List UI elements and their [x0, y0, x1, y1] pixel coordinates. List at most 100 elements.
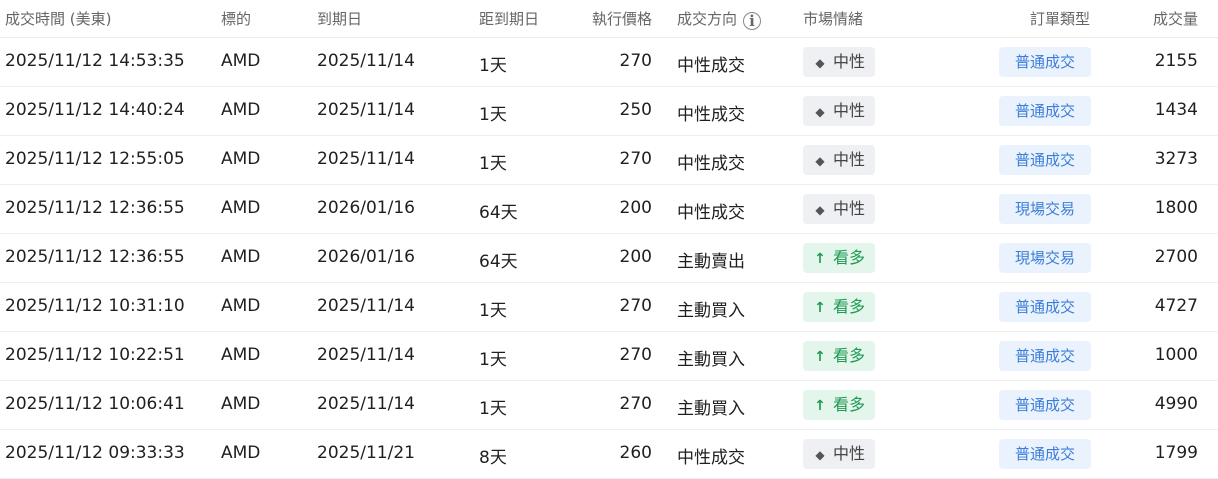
- cell-dte: 64天: [479, 252, 518, 272]
- cell-direction: 主動賣出: [677, 252, 745, 272]
- sentiment-label: 看多: [833, 395, 866, 414]
- trades-table: 成交時間 (美東) 標的 到期日 距到期日 執行價格 成交方向 i 市場情緒 訂單…: [0, 0, 1218, 479]
- cell-symbol: AMD: [221, 149, 261, 169]
- sentiment-label: 看多: [833, 346, 866, 365]
- table-row[interactable]: 2025/11/12 12:55:05 AMD 2025/11/14 1天 270 中性成…: [0, 136, 1218, 185]
- arrow-up-icon: ↑: [814, 300, 826, 316]
- order-type-badge: 普通成交: [999, 96, 1091, 126]
- cell-dte: 1天: [479, 399, 507, 419]
- cell-symbol: AMD: [221, 394, 261, 414]
- header-time[interactable]: 成交時間 (美東): [5, 8, 111, 29]
- cell-strike: 260: [619, 443, 652, 463]
- sentiment-badge: ↑ 看多: [803, 341, 876, 371]
- order-type-badge: 普通成交: [999, 292, 1091, 322]
- cell-strike: 250: [619, 100, 652, 120]
- sentiment-label: 看多: [833, 297, 866, 316]
- table-row[interactable]: 2025/11/12 14:40:24 AMD 2025/11/14 1天 250 中性成…: [0, 87, 1218, 136]
- cell-symbol: AMD: [221, 198, 261, 218]
- cell-volume: 2155: [1154, 51, 1198, 71]
- cell-volume: 1000: [1154, 345, 1198, 365]
- cell-strike: 270: [619, 149, 652, 169]
- cell-expiry: 2025/11/14: [317, 149, 415, 169]
- sentiment-badge: ↑ 看多: [803, 292, 876, 322]
- cell-expiry: 2026/01/16: [317, 198, 415, 218]
- cell-dte: 1天: [479, 56, 507, 76]
- cell-dte: 1天: [479, 350, 507, 370]
- cell-expiry: 2025/11/14: [317, 100, 415, 120]
- cell-dte: 64天: [479, 203, 518, 223]
- table-row[interactable]: 2025/11/12 10:31:10 AMD 2025/11/14 1天 270 主動買…: [0, 283, 1218, 332]
- diamond-icon: ◆: [815, 105, 825, 119]
- cell-expiry: 2025/11/21: [317, 443, 415, 463]
- sentiment-label: 看多: [833, 248, 866, 267]
- sentiment-badge: ◆ 中性: [803, 96, 876, 126]
- cell-direction: 中性成交: [677, 154, 745, 174]
- cell-time: 2025/11/12 12:36:55: [5, 247, 185, 267]
- header-direction[interactable]: 成交方向 i: [677, 8, 762, 30]
- cell-time: 2025/11/12 12:55:05: [5, 149, 185, 169]
- cell-strike: 270: [619, 51, 652, 71]
- sentiment-label: 中性: [833, 101, 866, 120]
- cell-expiry: 2026/01/16: [317, 247, 415, 267]
- cell-time: 2025/11/12 14:40:24: [5, 100, 185, 120]
- cell-strike: 270: [619, 394, 652, 414]
- header-expiry[interactable]: 到期日: [317, 8, 362, 29]
- cell-volume: 1799: [1154, 443, 1198, 463]
- header-direction-label: 成交方向: [677, 10, 738, 28]
- cell-expiry: 2025/11/14: [317, 51, 415, 71]
- cell-time: 2025/11/12 12:36:55: [5, 198, 185, 218]
- arrow-up-icon: ↑: [814, 349, 826, 365]
- table-row[interactable]: 2025/11/12 10:06:41 AMD 2025/11/14 1天 270 主動買…: [0, 381, 1218, 430]
- header-symbol[interactable]: 標的: [221, 8, 251, 29]
- info-icon[interactable]: i: [743, 12, 762, 30]
- cell-direction: 中性成交: [677, 203, 745, 223]
- order-type-badge: 現場交易: [999, 194, 1091, 224]
- table-row[interactable]: 2025/11/12 10:22:51 AMD 2025/11/14 1天 270 主動買…: [0, 332, 1218, 381]
- sentiment-badge: ◆ 中性: [803, 194, 876, 224]
- diamond-icon: ◆: [815, 448, 825, 462]
- table-header: 成交時間 (美東) 標的 到期日 距到期日 執行價格 成交方向 i 市場情緒 訂單…: [0, 0, 1218, 38]
- sentiment-label: 中性: [833, 52, 866, 71]
- table-body: 2025/11/12 14:53:35 AMD 2025/11/14 1天 270 中性成…: [0, 38, 1218, 479]
- header-dte[interactable]: 距到期日: [479, 8, 539, 29]
- cell-symbol: AMD: [221, 443, 261, 463]
- sentiment-label: 中性: [833, 199, 866, 218]
- cell-direction: 中性成交: [677, 105, 745, 125]
- header-order-type[interactable]: 訂單類型: [1030, 8, 1090, 29]
- cell-time: 2025/11/12 10:22:51: [5, 345, 185, 365]
- cell-volume: 1800: [1154, 198, 1198, 218]
- cell-time: 2025/11/12 14:53:35: [5, 51, 185, 71]
- cell-strike: 270: [619, 296, 652, 316]
- cell-time: 2025/11/12 10:06:41: [5, 394, 185, 414]
- table-row[interactable]: 2025/11/12 09:33:33 AMD 2025/11/21 8天 260 中性成…: [0, 430, 1218, 479]
- cell-direction: 中性成交: [677, 448, 745, 468]
- cell-time: 2025/11/12 10:31:10: [5, 296, 185, 316]
- diamond-icon: ◆: [815, 154, 825, 168]
- cell-symbol: AMD: [221, 100, 261, 120]
- cell-dte: 1天: [479, 105, 507, 125]
- cell-time: 2025/11/12 09:33:33: [5, 443, 185, 463]
- cell-direction: 主動買入: [677, 350, 745, 370]
- order-type-badge: 普通成交: [999, 390, 1091, 420]
- sentiment-badge: ◆ 中性: [803, 145, 876, 175]
- cell-volume: 4990: [1154, 394, 1198, 414]
- arrow-up-icon: ↑: [814, 251, 826, 267]
- cell-dte: 8天: [479, 448, 507, 468]
- diamond-icon: ◆: [815, 203, 825, 217]
- sentiment-label: 中性: [833, 444, 866, 463]
- cell-volume: 1434: [1154, 100, 1198, 120]
- header-strike[interactable]: 執行價格: [592, 8, 652, 29]
- sentiment-badge: ↑ 看多: [803, 243, 876, 273]
- table-row[interactable]: 2025/11/12 14:53:35 AMD 2025/11/14 1天 270 中性成…: [0, 38, 1218, 87]
- table-row[interactable]: 2025/11/12 12:36:55 AMD 2026/01/16 64天 200 中性…: [0, 185, 1218, 234]
- cell-strike: 200: [619, 247, 652, 267]
- table-row[interactable]: 2025/11/12 12:36:55 AMD 2026/01/16 64天 200 主動…: [0, 234, 1218, 283]
- order-type-badge: 普通成交: [999, 341, 1091, 371]
- order-type-badge: 普通成交: [999, 439, 1091, 469]
- header-sentiment[interactable]: 市場情緒: [803, 8, 863, 29]
- header-volume[interactable]: 成交量: [1153, 8, 1198, 29]
- diamond-icon: ◆: [815, 56, 825, 70]
- cell-symbol: AMD: [221, 345, 261, 365]
- order-type-badge: 普通成交: [999, 47, 1091, 77]
- cell-expiry: 2025/11/14: [317, 394, 415, 414]
